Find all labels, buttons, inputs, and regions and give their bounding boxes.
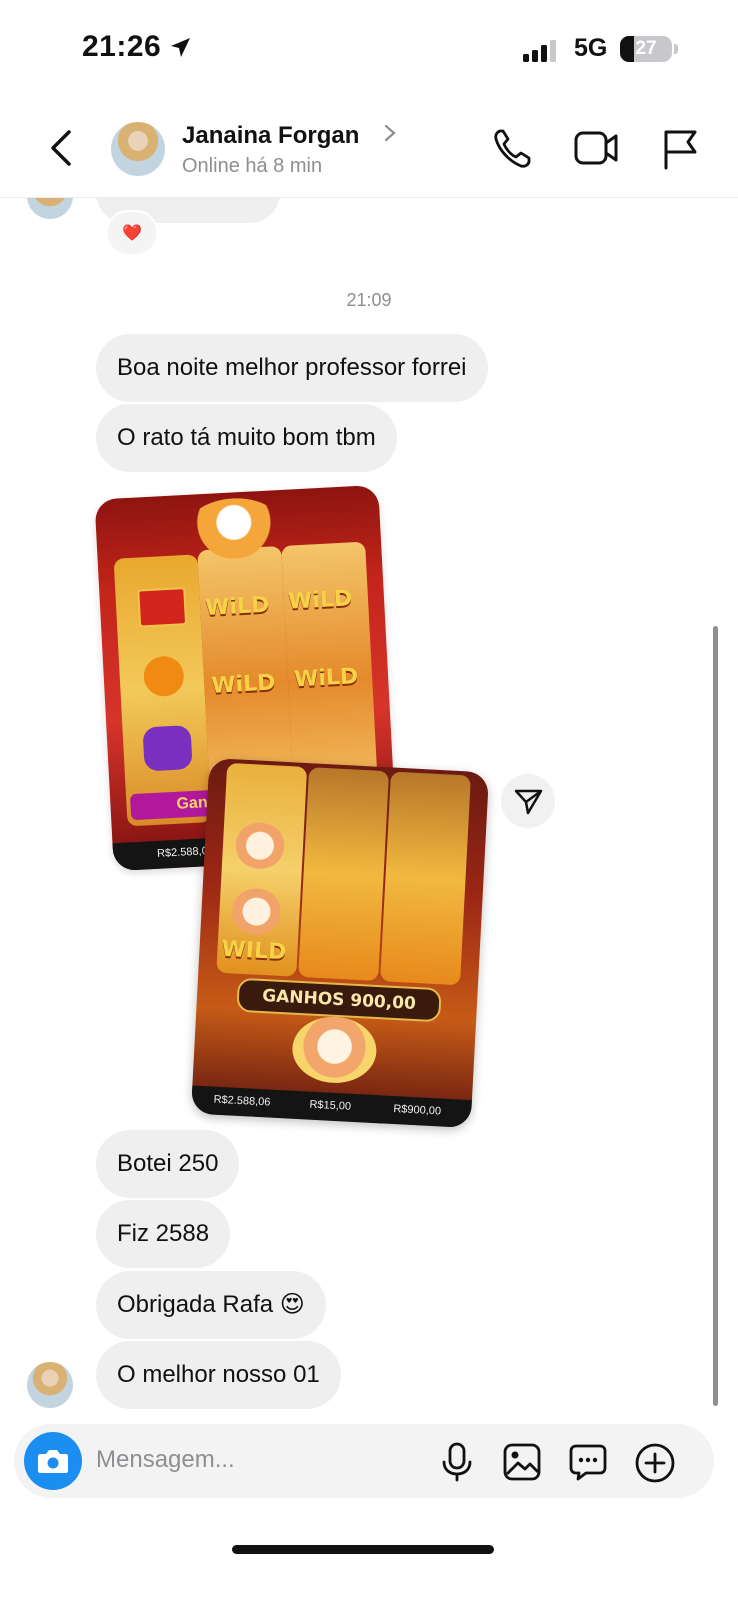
conversation-header: Janaina Forgan Online há 8 min [0, 100, 738, 198]
contact-avatar[interactable] [111, 122, 165, 176]
camera-button[interactable] [24, 1432, 82, 1490]
phone-icon[interactable] [492, 128, 532, 170]
message-bubble[interactable]: Botei 250 [96, 1130, 240, 1198]
battery-icon: 27 [620, 36, 672, 62]
chevron-right-icon[interactable] [383, 124, 397, 142]
pouch-symbol [142, 724, 193, 772]
send-icon [514, 789, 543, 815]
message-bubble[interactable]: O rato tá muito bom tbm [96, 404, 397, 472]
reel-column [298, 767, 390, 982]
microphone-icon[interactable] [438, 1442, 476, 1482]
scrollbar[interactable] [713, 626, 718, 1406]
shared-image-rat-slot[interactable]: WILD GANHOS 900,00 R$2.588,06 R$15,00 R$… [190, 757, 490, 1129]
battery-level: 27 [635, 38, 657, 59]
message-composer: Mensagem... [14, 1424, 714, 1498]
signal-bars-icon [523, 40, 556, 62]
message-bubble[interactable]: Obrigada Rafa 😍 [96, 1271, 326, 1339]
win-banner: GANHOS 900,00 [236, 977, 442, 1023]
wild-label: WiLD [204, 592, 270, 622]
wild-label: WiLD [210, 670, 277, 699]
message-bubble[interactable]: O melhor nosso 01 [96, 1341, 341, 1409]
plus-circle-icon[interactable] [634, 1442, 676, 1484]
bet-value: R$15,00 [309, 1098, 352, 1113]
gallery-icon[interactable] [502, 1442, 542, 1482]
back-chevron-icon[interactable] [42, 128, 82, 168]
wild-label: WILD [220, 936, 287, 966]
network-type: 5G [574, 34, 608, 62]
message-bubble[interactable]: Boa noite melhor professor forrei [96, 334, 488, 402]
battery-tip [674, 44, 678, 54]
location-arrow-icon [171, 38, 190, 57]
camera-icon [38, 1450, 68, 1473]
presence-status: Online há 8 min [182, 155, 323, 177]
video-camera-icon[interactable] [574, 130, 618, 166]
red-envelope-symbol [137, 587, 188, 628]
sticker-chat-icon[interactable] [568, 1442, 608, 1482]
win-value: R$900,00 [393, 1103, 442, 1118]
wild-label: WiLD [287, 586, 353, 615]
message-bubble[interactable]: Fiz 2588 [96, 1200, 231, 1268]
balance-value: R$2.588,06 [213, 1093, 271, 1109]
message-reaction[interactable]: ❤️ [106, 210, 158, 256]
sender-avatar [27, 1362, 73, 1408]
message-timestamp: 21:09 [346, 290, 392, 310]
wild-label: WiLD [293, 664, 359, 693]
status-bar: 21:26 5G 27 [0, 0, 738, 100]
rat-character-large [290, 1014, 379, 1086]
reel-column [380, 771, 471, 986]
home-indicator[interactable] [232, 1545, 494, 1554]
share-button[interactable] [501, 774, 555, 828]
flag-icon[interactable] [662, 128, 698, 170]
slot-footer: R$2.588,06 R$15,00 R$900,00 [190, 1085, 472, 1129]
contact-name[interactable]: Janaina Forgan [182, 122, 359, 150]
message-input[interactable]: Mensagem... [96, 1446, 235, 1474]
status-time: 21:26 [82, 30, 162, 63]
